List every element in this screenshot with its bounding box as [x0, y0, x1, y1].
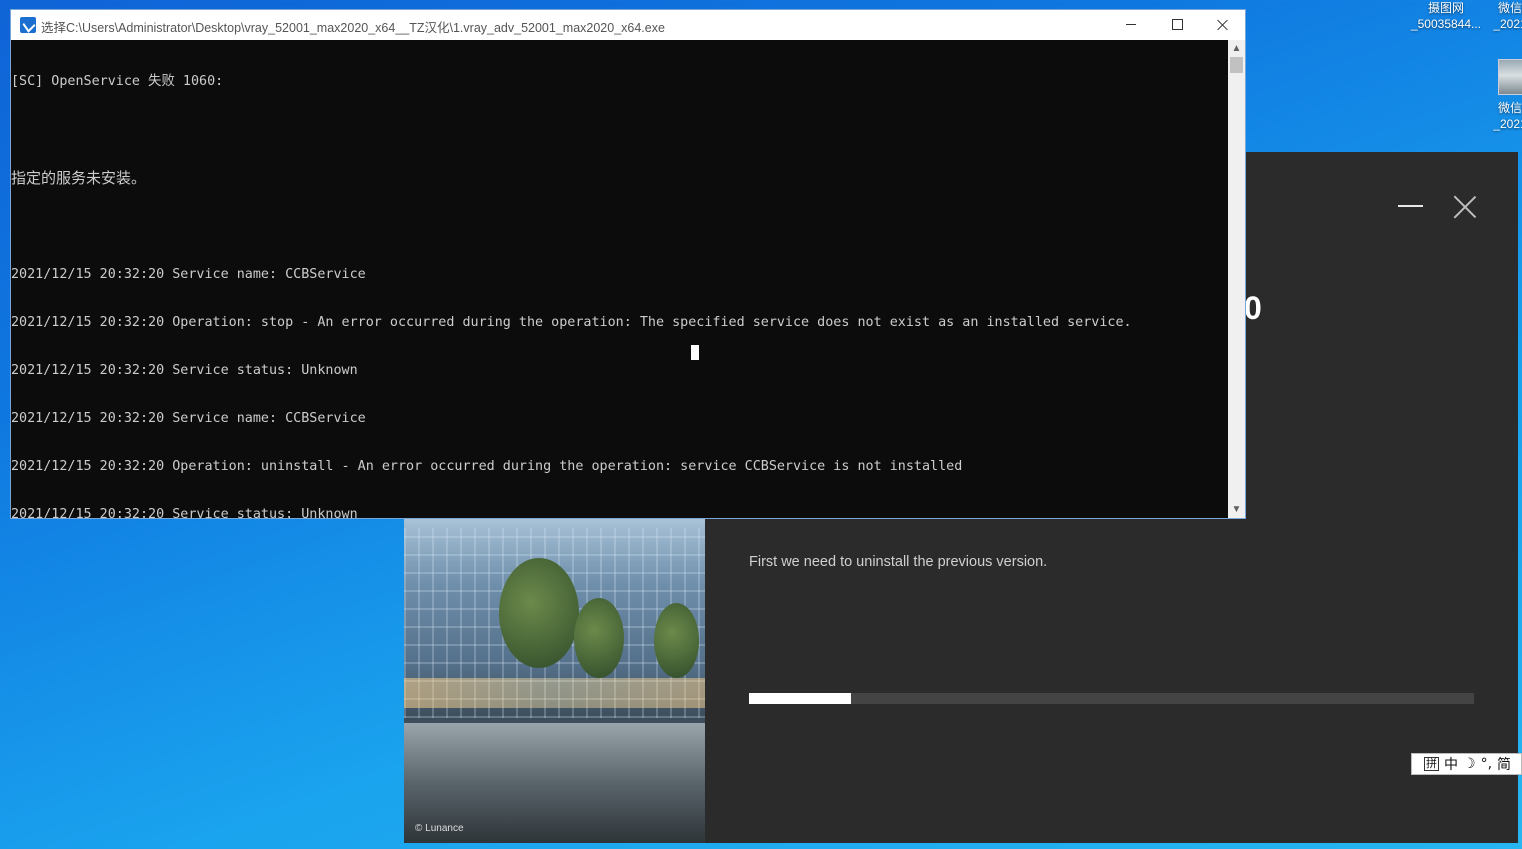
console-titlebar[interactable]: 选择C:\Users\Administrator\Desktop\vray_52… — [11, 10, 1245, 40]
progress-fill — [749, 693, 851, 704]
scroll-down-arrow-icon[interactable]: ▼ — [1228, 501, 1245, 518]
vray-app-icon — [20, 17, 36, 33]
tree — [654, 603, 699, 678]
console-line: 2021/12/15 20:32:20 Operation: uninstall… — [11, 459, 963, 474]
console-line: 2021/12/15 20:32:20 Service name: CCBSer… — [11, 411, 366, 426]
desktop-icon-label-2: _2021 — [1493, 117, 1522, 131]
scrollbar-thumb[interactable] — [1230, 57, 1243, 73]
desktop-icon-thumbnail[interactable] — [1498, 59, 1522, 95]
desktop-icon-label-2: _50035844... — [1410, 17, 1482, 31]
ime-pinyin-icon[interactable]: 拼 — [1424, 757, 1439, 771]
installer-minimize-button[interactable] — [1398, 205, 1423, 207]
ime-chinese-mode[interactable]: 中 — [1444, 754, 1458, 774]
desktop-icon-label-1: 微信 — [1497, 101, 1522, 115]
console-output[interactable]: [SC] OpenService 失败 1060: 指定的服务未安装。 2021… — [11, 40, 1228, 518]
ime-punctuation-icon[interactable]: °, — [1481, 756, 1492, 772]
image-credit: © Lunance — [415, 823, 464, 834]
scroll-up-arrow-icon[interactable]: ▲ — [1228, 40, 1245, 57]
minimize-button[interactable] — [1108, 10, 1154, 40]
installer-close-button[interactable] — [1454, 196, 1476, 218]
desktop-icon-wechat-2[interactable]: 微信 _2021 — [1490, 100, 1522, 132]
installer-hero-image: © Lunance — [404, 518, 705, 843]
console-scrollbar[interactable]: ▲ ▼ — [1228, 40, 1245, 518]
desktop-icon-label-1: 微信 — [1497, 1, 1522, 15]
installer-status-message: First we need to uninstall the previous … — [749, 554, 1048, 570]
ime-simplified-mode[interactable]: 简 — [1497, 754, 1511, 774]
desktop-icon-wechat-1[interactable]: 微信 _2021 — [1490, 0, 1522, 32]
console-line: 2021/12/15 20:32:20 Service status: Unkn… — [11, 363, 358, 378]
tree — [499, 558, 579, 668]
desktop-icon-label-1: 摄图网 — [1427, 1, 1464, 15]
ime-toolbar[interactable]: 拼 中 ☽ °, 简 — [1411, 753, 1522, 775]
desktop-icon-shetuwang[interactable]: 摄图网 _50035844... — [1410, 0, 1482, 32]
console-line: 2021/12/15 20:32:20 Service status: Unkn… — [11, 507, 358, 518]
installer-title: 0 — [1244, 290, 1262, 326]
text-cursor — [691, 345, 699, 360]
console-line: 2021/12/15 20:32:20 Service name: CCBSer… — [11, 267, 366, 282]
tree — [574, 598, 624, 678]
ime-halfwidth-icon[interactable]: ☽ — [1463, 756, 1476, 772]
uninstall-progress-bar — [749, 693, 1474, 704]
console-line: 2021/12/15 20:32:20 Operation: stop - An… — [11, 315, 1132, 330]
maximize-button[interactable] — [1154, 10, 1200, 40]
console-line: [SC] OpenService 失败 1060: — [11, 74, 224, 89]
close-button[interactable] — [1200, 10, 1246, 40]
console-title: 选择C:\Users\Administrator\Desktop\vray_52… — [41, 21, 665, 35]
desktop-icon-label-2: _2021 — [1493, 17, 1522, 31]
console-line: 指定的服务未安装。 — [11, 169, 147, 187]
building-lights — [404, 678, 705, 708]
console-window: 选择C:\Users\Administrator\Desktop\vray_52… — [10, 9, 1246, 519]
